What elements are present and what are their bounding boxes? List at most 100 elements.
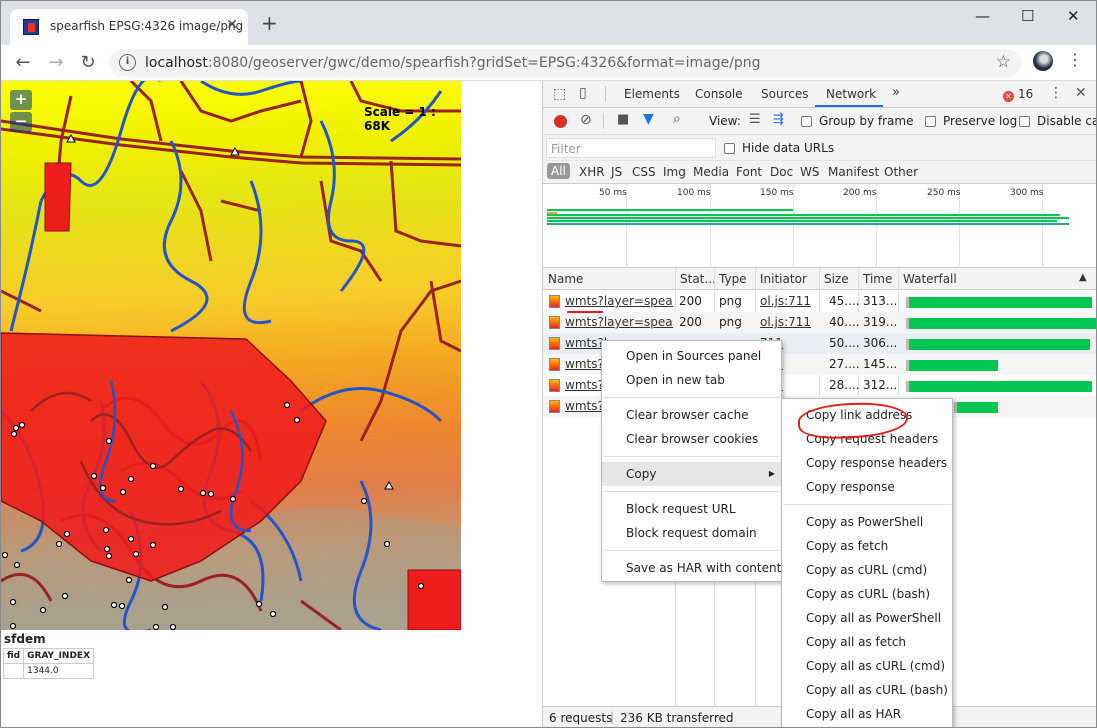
type-media[interactable]: Media <box>693 165 729 179</box>
filter-funnel-icon[interactable]: ▼ <box>643 111 654 127</box>
url-text[interactable]: localhost:8080/geoserver/gwc/demo/spearf… <box>145 55 761 71</box>
type-js[interactable]: JS <box>611 165 622 179</box>
large-rows-icon[interactable]: ☰ <box>749 112 761 127</box>
zoom-out-button[interactable]: − <box>10 112 32 132</box>
request-row[interactable]: wmts?layer=spea... 200 png ol.js:711 40.... 3… <box>543 312 1096 333</box>
copy-all-as-har[interactable]: Copy all as HAR <box>782 702 952 726</box>
waterfall-view-icon[interactable]: ⇶ <box>773 112 784 127</box>
col-initiator[interactable]: Initiator <box>760 272 807 286</box>
disable-cache-option[interactable]: Disable cac <box>1019 114 1096 128</box>
type-img[interactable]: Img <box>663 165 686 179</box>
site-info-icon[interactable]: i <box>119 54 136 71</box>
group-by-frame-label: Group by frame <box>819 114 914 128</box>
tab-sources[interactable]: Sources <box>761 87 808 101</box>
close-devtools-icon[interactable]: ✕ <box>1075 85 1087 101</box>
copy-as-fetch[interactable]: Copy as fetch <box>782 534 952 558</box>
col-time[interactable]: Time <box>863 272 892 286</box>
copy-response-headers[interactable]: Copy response headers <box>782 451 952 475</box>
tab-title: spearfish EPSG:4326 image/png <box>50 19 244 33</box>
tab-elements[interactable]: Elements <box>624 87 680 101</box>
tick-label: 250 ms <box>927 188 961 198</box>
request-row[interactable]: wmts?layer=spea... 200 png ol.js:711 45.... 3… <box>543 291 1096 312</box>
col-name[interactable]: Name <box>548 272 583 286</box>
device-toolbar-icon[interactable]: ▯ <box>579 85 587 101</box>
hide-data-urls-checkbox[interactable] <box>724 143 735 154</box>
type-xhr[interactable]: XHR <box>579 165 605 179</box>
tab-close-icon[interactable]: ✕ <box>226 17 238 33</box>
hide-data-urls-label: Hide data URLs <box>742 141 835 155</box>
copy-all-as-curl-cmd[interactable]: Copy all as cURL (cmd) <box>782 654 952 678</box>
copy-all-as-curl-bash[interactable]: Copy all as cURL (bash) <box>782 678 952 702</box>
type-all[interactable]: All <box>547 163 570 179</box>
inspect-element-icon[interactable]: ⬚ <box>553 86 566 102</box>
request-time: 312... <box>863 378 897 392</box>
waterfall-bar <box>905 360 998 371</box>
request-initiator[interactable]: ol.js:711 <box>760 294 818 308</box>
col-type[interactable]: Type <box>719 272 747 286</box>
forward-arrow-icon[interactable]: → <box>45 52 67 73</box>
col-size[interactable]: Size <box>824 272 849 286</box>
hide-data-urls-option[interactable]: Hide data URLs <box>724 141 834 155</box>
tab-console[interactable]: Console <box>695 87 743 101</box>
type-font[interactable]: Font <box>736 165 762 179</box>
zoom-in-button[interactable]: + <box>10 90 32 110</box>
copy-as-powershell[interactable]: Copy as PowerShell <box>782 510 952 534</box>
browser-menu-icon[interactable]: ⋮ <box>1067 50 1083 69</box>
filter-input[interactable]: Filter <box>546 138 716 158</box>
preserve-log-option[interactable]: Preserve log <box>925 114 1017 128</box>
screenshot-camera-icon[interactable]: ■ <box>617 112 629 127</box>
profile-avatar[interactable] <box>1033 51 1053 71</box>
browser-tab[interactable]: spearfish EPSG:4326 image/png ✕ <box>10 9 248 45</box>
request-size: 45.... <box>829 294 859 308</box>
type-ws[interactable]: WS <box>800 165 819 179</box>
more-tabs-button[interactable]: » <box>892 85 900 100</box>
menu-clear-cache[interactable]: Clear browser cache <box>602 403 781 427</box>
back-arrow-icon[interactable]: ← <box>12 52 34 73</box>
devtools-menu-icon[interactable]: ⋮ <box>1049 85 1063 101</box>
type-css[interactable]: CSS <box>632 165 656 179</box>
col-waterfall[interactable]: Waterfall <box>903 272 957 286</box>
reload-icon[interactable]: ↻ <box>77 52 99 73</box>
search-icon[interactable]: ⌕ <box>673 111 681 127</box>
disable-cache-checkbox[interactable] <box>1019 116 1030 127</box>
menu-clear-cookies[interactable]: Clear browser cookies <box>602 427 781 451</box>
col-status[interactable]: Stat... <box>680 272 716 286</box>
clear-icon[interactable]: ⊘ <box>580 112 592 128</box>
error-counter[interactable]: ✕ 16 <box>1003 87 1033 102</box>
request-name[interactable]: wmts?layer=spea... <box>565 315 673 329</box>
type-other[interactable]: Other <box>884 165 918 179</box>
copy-as-curl-cmd[interactable]: Copy as cURL (cmd) <box>782 558 952 582</box>
copy-response[interactable]: Copy response <box>782 475 952 499</box>
new-tab-button[interactable]: + <box>261 13 278 33</box>
maximize-button[interactable]: ☐ <box>1021 7 1034 25</box>
map-viewport[interactable]: + − Scale = 1 : 68K <box>1 81 461 630</box>
group-by-frame-option[interactable]: Group by frame <box>801 114 913 128</box>
divider <box>605 86 606 102</box>
menu-block-domain[interactable]: Block request domain <box>602 521 781 545</box>
copy-as-curl-bash[interactable]: Copy as cURL (bash) <box>782 582 952 606</box>
type-manifest[interactable]: Manifest <box>828 165 879 179</box>
menu-open-in-new-tab[interactable]: Open in new tab <box>602 368 781 392</box>
resource-type-bar: All XHR JS CSS Img Media Font Doc WS Man… <box>543 161 1096 184</box>
menu-open-in-sources[interactable]: Open in Sources panel <box>602 344 781 368</box>
record-button[interactable] <box>554 115 567 128</box>
menu-block-url[interactable]: Block request URL <box>602 497 781 521</box>
waterfall-bar <box>905 297 1093 308</box>
copy-all-as-powershell[interactable]: Copy all as PowerShell <box>782 606 952 630</box>
preserve-log-checkbox[interactable] <box>925 116 936 127</box>
group-by-frame-checkbox[interactable] <box>801 116 812 127</box>
bookmark-star-icon[interactable]: ☆ <box>996 52 1011 72</box>
menu-copy[interactable]: Copy ▶ <box>602 462 781 486</box>
request-initiator[interactable]: ol.js:711 <box>760 315 818 329</box>
minimize-button[interactable]: — <box>975 7 990 25</box>
menu-save-har[interactable]: Save as HAR with content <box>602 556 781 580</box>
tick-label: 200 ms <box>843 188 877 198</box>
featureinfo-cell <box>2 663 25 679</box>
type-doc[interactable]: Doc <box>770 165 793 179</box>
close-window-button[interactable]: ✕ <box>1067 7 1080 25</box>
sort-triangle-icon[interactable]: ▲ <box>1079 272 1087 283</box>
request-name[interactable]: wmts?layer=spea... <box>565 294 673 308</box>
address-bar[interactable]: i localhost:8080/geoserver/gwc/demo/spea… <box>109 49 1021 77</box>
copy-all-as-fetch[interactable]: Copy all as fetch <box>782 630 952 654</box>
tab-network[interactable]: Network <box>826 87 876 101</box>
